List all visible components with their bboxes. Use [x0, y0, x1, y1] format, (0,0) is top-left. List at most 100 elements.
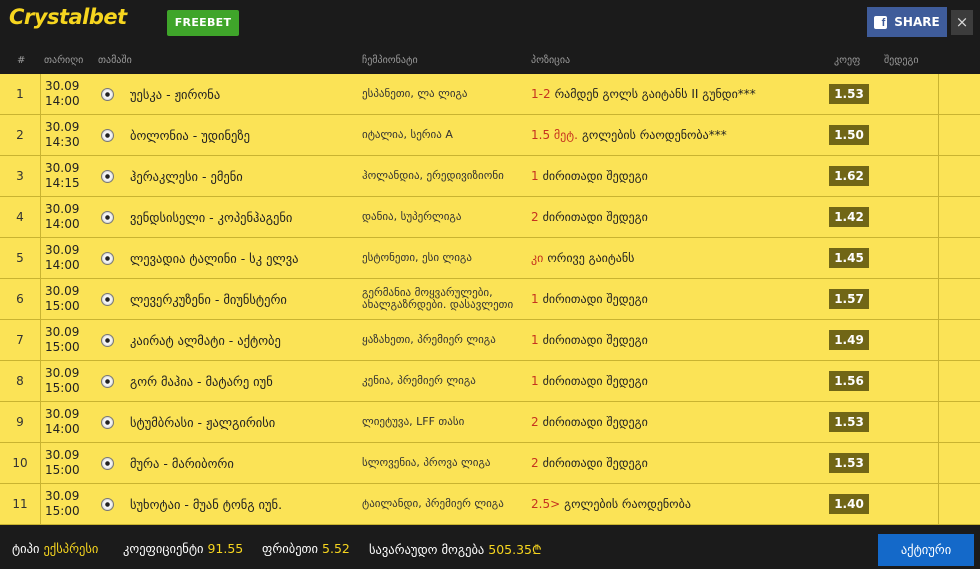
position-market: გოლების რაოდენობა [564, 497, 691, 511]
row-position: 2.5> გოლების რაოდენობა [531, 484, 821, 524]
table-row: 9 30.09 14:00 სტუმბრასი - ჟალგირისი ლიეტუ… [0, 402, 980, 443]
row-match[interactable]: გორ მაჰია - მატარე იუნ [130, 361, 355, 401]
row-time: 15:00 [45, 463, 80, 477]
row-match[interactable]: ვენდსისელი - კოპენჰაგენი [130, 197, 355, 237]
football-icon [100, 169, 114, 183]
position-value: კი [531, 251, 544, 265]
table-row: 7 30.09 15:00 კაირატ ალმატი - აქტობე ყაზა… [0, 320, 980, 361]
row-league: ყაზახეთი, პრემიერ ლიგა [362, 333, 496, 346]
row-league: იტალია, სერია A [362, 128, 453, 141]
position-market: ორივე გაიტანს [547, 251, 635, 265]
position-market: ძირითადი შედეგი [542, 333, 648, 347]
football-icon [100, 251, 114, 265]
row-datetime: 30.09 14:30 [45, 115, 95, 155]
row-date: 30.09 [45, 366, 80, 380]
position-market: გოლების რაოდენობა*** [581, 128, 727, 142]
row-position: კი ორივე გაიტანს [531, 238, 821, 278]
odds-badge: 1.40 [829, 494, 869, 514]
row-divider [938, 443, 939, 483]
freebet-button[interactable]: FREEBET [167, 10, 239, 36]
row-number: 2 [0, 115, 41, 155]
row-position: 1 ძირითადი შედეგი [531, 156, 821, 196]
table-row: 3 30.09 14:15 ჰერაკლესი - ემენი ჰოლანდია,… [0, 156, 980, 197]
row-time: 15:00 [45, 504, 80, 518]
row-position: 1-2 რამდენ გოლს გაიტანს II გუნდი*** [531, 74, 821, 114]
row-divider [938, 402, 939, 442]
football-icon [100, 497, 114, 511]
share-label: SHARE [894, 15, 940, 29]
type-label: ტიპი [12, 541, 40, 556]
bet-table: 1 30.09 14:00 უესკა - ჟირონა ესპანეთი, ლა… [0, 74, 980, 525]
row-match[interactable]: სტუმბრასი - ჟალგირისი [130, 402, 355, 442]
coef-label: კოეფიციენტი [123, 541, 204, 556]
row-match[interactable]: უესკა - ჟირონა [130, 74, 355, 114]
position-value: 1 [531, 292, 539, 306]
position-value: 2 [531, 456, 539, 470]
row-date: 30.09 [45, 489, 80, 503]
position-value: 2 [531, 415, 539, 429]
row-time: 14:00 [45, 258, 80, 272]
win-label: სავარაუდო მოგება [369, 542, 485, 557]
row-divider [938, 74, 939, 114]
row-datetime: 30.09 14:00 [45, 74, 95, 114]
odds-badge: 1.49 [829, 330, 869, 350]
row-number: 11 [0, 484, 41, 524]
table-row: 6 30.09 15:00 ლევერკუზენი - მიუნსტერი გერ… [0, 279, 980, 320]
position-market: ძირითადი შედეგი [542, 169, 648, 183]
row-match[interactable]: კაირატ ალმატი - აქტობე [130, 320, 355, 360]
table-row: 8 30.09 15:00 გორ მაჰია - მატარე იუნ კენი… [0, 361, 980, 402]
row-match[interactable]: ლევადია ტალინი - სკ ელვა [130, 238, 355, 278]
position-market: ძირითადი შედეგი [542, 374, 648, 388]
row-time: 14:15 [45, 176, 80, 190]
win-value: 505.35₾ [488, 542, 542, 557]
row-match[interactable]: სუხოტაი - მუან ტონგ იუნ. [130, 484, 355, 524]
row-number: 1 [0, 74, 41, 114]
row-number: 8 [0, 361, 41, 401]
row-number: 9 [0, 402, 41, 442]
row-divider [938, 361, 939, 401]
share-button[interactable]: f SHARE [867, 7, 947, 37]
row-date: 30.09 [45, 448, 80, 462]
row-position: 1 ძირითადი შედეგი [531, 361, 821, 401]
row-divider [938, 279, 939, 319]
row-league: ესტონეთი, ესი ლიგა [362, 251, 472, 264]
row-datetime: 30.09 15:00 [45, 320, 95, 360]
row-match[interactable]: მურა - მარიბორი [130, 443, 355, 483]
crystalbet-logo[interactable]: Crystalbet [9, 5, 127, 29]
football-icon [100, 128, 114, 142]
odds-badge: 1.53 [829, 412, 869, 432]
row-number: 6 [0, 279, 41, 319]
row-match[interactable]: ბოლონია - უდინეზე [130, 115, 355, 155]
col-odds: კოეფ [834, 55, 861, 66]
close-button[interactable]: × [951, 10, 973, 35]
row-date: 30.09 [45, 202, 80, 216]
activate-button[interactable]: აქტიური [878, 534, 974, 566]
facebook-icon: f [874, 15, 888, 29]
row-match[interactable]: ლევერკუზენი - მიუნსტერი [130, 279, 355, 319]
position-value: 1 [531, 333, 539, 347]
position-market: ძირითადი შედეგი [542, 210, 648, 224]
row-time: 14:00 [45, 94, 80, 108]
col-league: ჩემპიონატი [362, 55, 418, 66]
table-header: # თარიღი თამაში ჩემპიონატი პოზიცია კოეფ … [0, 48, 980, 74]
row-league: ტაილანდი, პრემიერ ლიგა [362, 497, 504, 510]
row-position: 2 ძირითადი შედეგი [531, 402, 821, 442]
football-icon [100, 456, 114, 470]
football-icon [100, 333, 114, 347]
row-time: 15:00 [45, 299, 80, 313]
row-league: სლოვენია, პროვა ლიგა [362, 456, 491, 469]
row-match[interactable]: ჰერაკლესი - ემენი [130, 156, 355, 196]
col-match: თამაში [98, 55, 132, 66]
row-datetime: 30.09 14:00 [45, 238, 95, 278]
row-position: 1.5 მეტ. გოლების რაოდენობა*** [531, 115, 821, 155]
row-date: 30.09 [45, 161, 80, 175]
odds-badge: 1.62 [829, 166, 869, 186]
bet-summary-bar: ტიპი ექსპრესი კოეფიციენტი 91.55 ფრიბეთი … [0, 526, 980, 569]
position-value: 2 [531, 210, 539, 224]
football-icon [100, 415, 114, 429]
row-divider [938, 238, 939, 278]
row-number: 3 [0, 156, 41, 196]
freebet-value: 5.52 [322, 541, 350, 556]
row-date: 30.09 [45, 79, 80, 93]
row-league: ჰოლანდია, ერედივიზიონი [362, 169, 504, 182]
